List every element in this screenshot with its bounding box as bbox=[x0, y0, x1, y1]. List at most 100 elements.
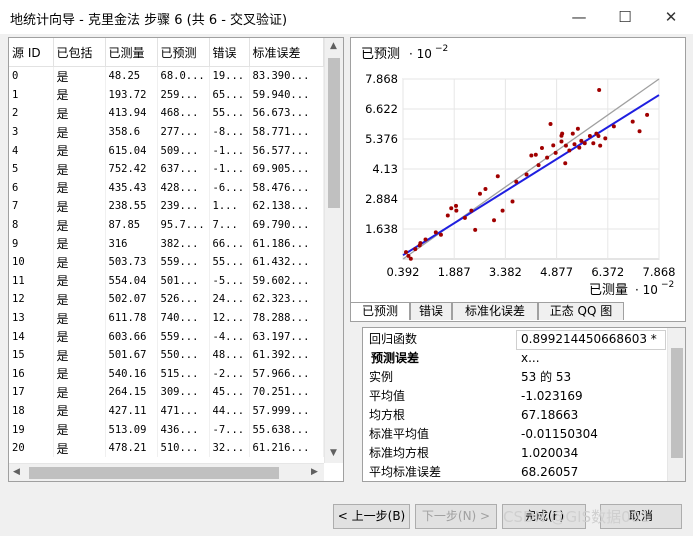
regression-row: 回归函数 0.899214450668603 * x... bbox=[363, 330, 667, 365]
data-point bbox=[559, 133, 564, 138]
data-point bbox=[473, 227, 478, 232]
column-header[interactable]: 标准误差 bbox=[249, 38, 324, 67]
table-cell: 239... bbox=[157, 197, 210, 216]
table-row[interactable]: 16 是 540.16 515... -2... 57.966... bbox=[9, 364, 324, 384]
watermark: CSDN @GIS数据001 bbox=[503, 508, 650, 526]
scroll-thumb[interactable] bbox=[29, 467, 279, 479]
table-cell: 13 bbox=[9, 308, 54, 328]
table-cell: 83.390... bbox=[249, 66, 324, 86]
scroll-left-icon[interactable]: ◀ bbox=[13, 467, 20, 477]
table-cell: 309... bbox=[157, 383, 210, 402]
column-header[interactable]: 已包括 bbox=[53, 38, 106, 67]
tab-normal-qq[interactable]: 正态 QQ 图 bbox=[538, 302, 624, 320]
table-cell: 是 bbox=[53, 420, 106, 439]
table-cell: 358.6 bbox=[105, 122, 158, 142]
column-header[interactable]: 错误 bbox=[209, 38, 250, 67]
table-cell: 6 bbox=[9, 178, 54, 198]
table-cell: 是 bbox=[53, 159, 106, 179]
column-header[interactable]: 已测量 bbox=[105, 38, 158, 67]
table-cell: 18 bbox=[9, 401, 54, 421]
table-cell: -2... bbox=[209, 364, 250, 384]
table-cell: 70.251... bbox=[249, 383, 324, 402]
data-point bbox=[587, 134, 592, 139]
scroll-down-icon[interactable]: ▼ bbox=[330, 448, 337, 458]
table-row[interactable]: 9 是 316 382... 66... 61.186... bbox=[9, 234, 324, 253]
column-header[interactable]: 已预测 bbox=[157, 38, 210, 67]
stats-label: 标准平均值 bbox=[369, 427, 430, 441]
data-point bbox=[454, 203, 459, 208]
table-row[interactable]: 1 是 193.72 259... 65... 59.940... bbox=[9, 85, 324, 105]
table-cell: 是 bbox=[53, 290, 106, 309]
table-row[interactable]: 11 是 554.04 501... -5... 59.602... bbox=[9, 271, 324, 291]
table-row[interactable]: 10 是 503.73 559... 55... 61.432... bbox=[9, 252, 324, 272]
table-cell: 59.940... bbox=[249, 85, 324, 105]
stats-panel: 回归函数 0.899214450668603 * x... 预测误差 实例 53 … bbox=[362, 327, 686, 482]
table-row[interactable]: 2 是 413.94 468... 55... 56.673... bbox=[9, 104, 324, 123]
data-point bbox=[596, 134, 601, 139]
table-cell: 是 bbox=[53, 252, 106, 272]
tab-predicted[interactable]: 已预测 bbox=[350, 302, 410, 320]
data-point bbox=[548, 121, 553, 126]
table-cell: 554.04 bbox=[105, 271, 158, 291]
data-point bbox=[492, 218, 497, 223]
table-row[interactable]: 0 是 48.25 68.0... 19... 83.390... bbox=[9, 66, 324, 86]
data-point bbox=[591, 141, 596, 146]
data-point bbox=[611, 124, 616, 129]
table-row[interactable]: 3 是 358.6 277... -8... 58.771... bbox=[9, 122, 324, 142]
table-row[interactable]: 4 是 615.04 509... -1... 56.577... bbox=[9, 141, 324, 160]
minimize-icon[interactable]: — bbox=[556, 0, 602, 34]
data-point bbox=[567, 148, 572, 153]
table-cell: -8... bbox=[209, 122, 250, 142]
table-vertical-scrollbar[interactable]: ▲ ▼ bbox=[324, 38, 343, 463]
table-cell: 17 bbox=[9, 383, 54, 402]
data-point bbox=[563, 161, 568, 166]
data-point bbox=[551, 143, 556, 148]
data-point bbox=[408, 256, 413, 261]
table-row[interactable]: 18 是 427.11 471... 44... 57.999... bbox=[9, 401, 324, 421]
table-row[interactable]: 7 是 238.55 239... 1... 62.138... bbox=[9, 197, 324, 216]
scroll-up-icon[interactable]: ▲ bbox=[330, 41, 337, 51]
table-cell: 56.673... bbox=[249, 104, 324, 123]
table-row[interactable]: 14 是 603.66 559... -4... 63.197... bbox=[9, 327, 324, 346]
table-cell: 63.197... bbox=[249, 327, 324, 346]
table-cell: 559... bbox=[157, 327, 210, 346]
table-row[interactable]: 5 是 752.42 637... -1... 69.905... bbox=[9, 159, 324, 179]
stats-value: 67.18663 bbox=[521, 408, 579, 422]
data-point bbox=[500, 208, 505, 213]
close-icon[interactable]: ✕ bbox=[648, 0, 693, 34]
table-cell: 468... bbox=[157, 104, 210, 123]
next-button[interactable]: 下一步(N) > bbox=[415, 504, 497, 529]
table-cell: 是 bbox=[53, 271, 106, 291]
table-cell: 550... bbox=[157, 345, 210, 365]
column-header[interactable]: 源 ID bbox=[9, 38, 54, 67]
table-cell: 是 bbox=[53, 308, 106, 328]
back-button[interactable]: < 上一步(B) bbox=[333, 504, 410, 529]
x-axis-label: 已测量 bbox=[589, 283, 628, 298]
table-cell: 是 bbox=[53, 438, 106, 458]
tab-standardized-error[interactable]: 标准化误差 bbox=[452, 302, 538, 320]
table-row[interactable]: 20 是 478.21 510... 32... 61.216... bbox=[9, 438, 324, 458]
stats-label: 标准均方根 bbox=[369, 446, 430, 460]
maximize-icon[interactable]: ☐ bbox=[602, 0, 648, 34]
table-cell: 是 bbox=[53, 383, 106, 402]
table-row[interactable]: 8 是 87.85 95.7... 7... 69.790... bbox=[9, 215, 324, 235]
scroll-right-icon[interactable]: ▶ bbox=[311, 467, 318, 477]
table-cell: -1... bbox=[209, 159, 250, 179]
scroll-thumb[interactable] bbox=[328, 58, 340, 208]
table-row[interactable]: 13 是 611.78 740... 12... 78.288... bbox=[9, 308, 324, 328]
table-horizontal-scrollbar[interactable]: ◀ ▶ bbox=[9, 463, 324, 481]
table-row[interactable]: 6 是 435.43 428... -6... 58.476... bbox=[9, 178, 324, 198]
table-row[interactable]: 12 是 502.07 526... 24... 62.323... bbox=[9, 290, 324, 309]
tab-error[interactable]: 错误 bbox=[410, 302, 452, 320]
stats-scrollbar[interactable] bbox=[667, 328, 685, 481]
table-cell: 55.638... bbox=[249, 420, 324, 439]
table-cell: 238.55 bbox=[105, 197, 158, 216]
table-cell: 435.43 bbox=[105, 178, 158, 198]
table-row[interactable]: 15 是 501.67 550... 48... 61.392... bbox=[9, 345, 324, 365]
table-cell: 510... bbox=[157, 438, 210, 458]
table-row[interactable]: 19 是 513.09 436... -7... 55.638... bbox=[9, 420, 324, 439]
table-cell: 是 bbox=[53, 345, 106, 365]
scroll-thumb[interactable] bbox=[671, 348, 683, 458]
table-cell: 48.25 bbox=[105, 66, 158, 86]
table-row[interactable]: 17 是 264.15 309... 45... 70.251... bbox=[9, 383, 324, 402]
